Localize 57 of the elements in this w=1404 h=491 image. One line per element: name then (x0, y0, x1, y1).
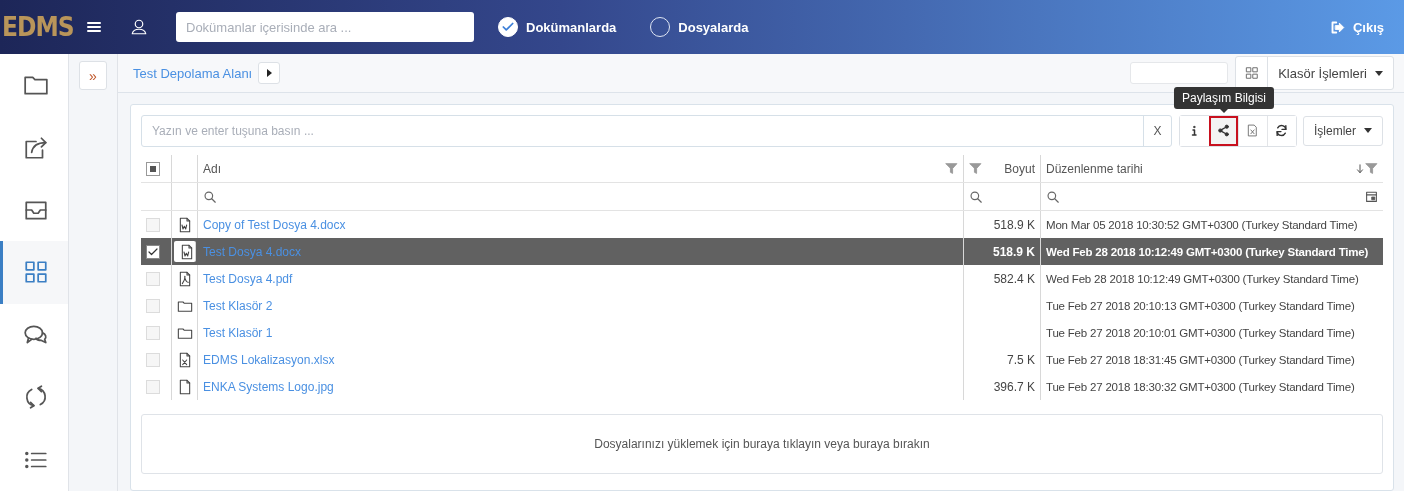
modified-date: Tue Feb 27 2018 20:10:01 GMT+0300 (Turkey Standard Time) (1046, 326, 1355, 339)
pdf-document-icon (177, 269, 193, 288)
filter-icon (1365, 162, 1378, 175)
scope-radio[interactable]: Dokümanlarda (498, 17, 617, 37)
blank-field[interactable] (1130, 62, 1229, 84)
table-row[interactable]: Test Dosya 4.docx 518.9 K Wed Feb 28 2018 10:12:49 GMT+0300 (Turkey Standard Time) (141, 238, 1383, 265)
refresh-button[interactable] (1267, 115, 1296, 146)
modified-date: Wed Feb 28 2018 10:12:49 GMT+0300 (Turkey Standard Time) (1046, 245, 1369, 258)
column-header[interactable]: Adı (203, 161, 221, 176)
file-size: 518.9 K (993, 217, 1035, 232)
column-header[interactable]: Boyut (1004, 161, 1035, 176)
word-document-icon (179, 242, 195, 261)
column-header[interactable]: Düzenlenme tarihi (1046, 161, 1143, 176)
share-icon (1217, 124, 1231, 137)
file-size: 518.9 K (992, 244, 1035, 259)
filter-field[interactable]: Yazın ve enter tuşuna basın ... X (141, 114, 1172, 147)
search-icon (203, 189, 217, 204)
actions-dropdown[interactable]: İşlemler (1303, 115, 1383, 146)
search-field[interactable]: Dokümanlar içerisinde ara ... (176, 12, 474, 42)
excel-export-icon (1246, 123, 1260, 138)
filter-icon (969, 162, 982, 175)
breadcrumb-next-button[interactable] (258, 62, 281, 84)
file-size: 7.5 K (1006, 352, 1035, 367)
menu-icon[interactable] (86, 19, 102, 35)
select-all-checkbox[interactable] (146, 161, 160, 176)
app-logo: EDMS (1, 12, 72, 42)
filter-icon (945, 162, 958, 175)
modified-date: Tue Feb 27 2018 18:31:45 GMT+0300 (Turkey Standard Time) (1046, 353, 1355, 366)
modified-date: Tue Feb 27 2018 18:30:32 GMT+0300 (Turkey Standard Time) (1046, 380, 1355, 393)
share-arrow-icon[interactable] (22, 134, 49, 161)
file-size: 396.7 K (993, 379, 1035, 394)
check-icon (501, 20, 515, 34)
refresh-icon (1275, 124, 1289, 137)
excel-document-icon (177, 350, 193, 369)
grid-icon (1244, 66, 1259, 80)
expand-button[interactable]: » (79, 61, 107, 90)
search-icon (969, 189, 983, 204)
sidebar-item[interactable] (0, 241, 68, 304)
exit-icon (1329, 19, 1345, 35)
user-icon[interactable] (130, 18, 148, 36)
modified-date: Mon Mar 05 2018 10:30:52 GMT+0300 (Turkey Standard Time) (1046, 218, 1358, 231)
modified-date: Tue Feb 27 2018 20:10:13 GMT+0300 (Turkey Standard Time) (1046, 299, 1355, 312)
grid-icon[interactable] (22, 259, 49, 286)
caret-right-icon (266, 69, 272, 77)
calendar-icon (1365, 190, 1378, 203)
modified-date: Wed Feb 28 2018 10:12:49 GMT+0300 (Turkey Standard Time) (1046, 272, 1359, 285)
sort-down-arrow-icon (1355, 162, 1365, 175)
word-document-icon (177, 215, 193, 234)
row-checkbox[interactable] (146, 244, 160, 259)
clear-button[interactable]: X (1143, 115, 1171, 146)
upload-drop-zone[interactable]: Dosyalarınızı yüklemek için buraya tıklayın veya buraya bırakın (141, 414, 1383, 474)
caret-icon (1375, 70, 1383, 76)
file-size: 582.4 K (993, 271, 1035, 286)
caret-icon (1364, 128, 1372, 133)
search-icon (1046, 189, 1060, 204)
scope-radio[interactable]: Dosyalarda (650, 17, 749, 37)
document-icon (177, 377, 193, 396)
